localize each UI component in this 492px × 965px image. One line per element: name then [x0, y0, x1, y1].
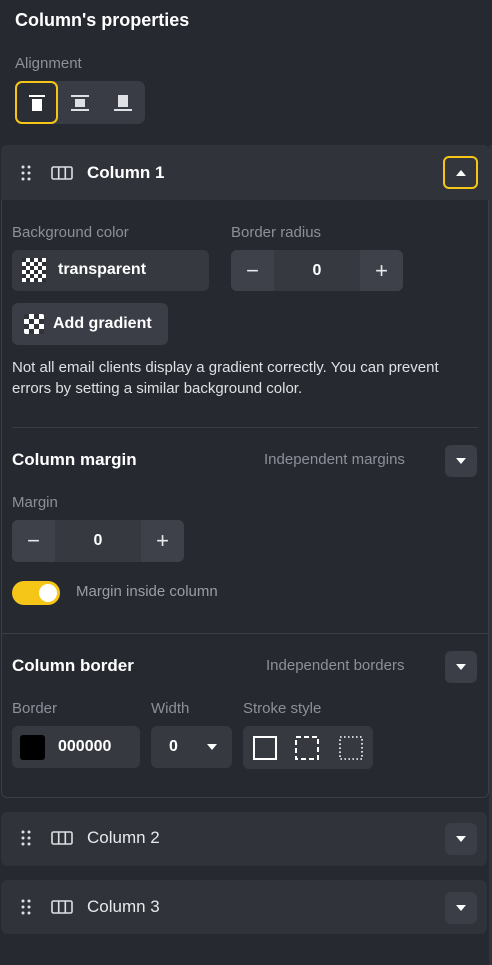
dashed-stroke-icon[interactable]: [294, 735, 320, 761]
border-width-select[interactable]: 0: [151, 726, 232, 768]
alignment-label: Alignment: [15, 55, 82, 72]
drag-handle-icon[interactable]: [21, 830, 31, 846]
background-color-value: transparent: [58, 261, 147, 278]
margin-stepper: − 0 +: [12, 520, 184, 562]
border-radius-value[interactable]: 0: [274, 250, 360, 291]
chevron-down-icon: [207, 744, 217, 750]
independent-borders-label: Independent borders: [266, 657, 405, 674]
gradient-icon: [24, 314, 44, 334]
margin-decrement-button[interactable]: −: [12, 520, 55, 562]
column-3-label: Column 3: [87, 897, 160, 916]
dotted-stroke-icon[interactable]: [338, 735, 364, 761]
align-top-icon: [28, 94, 45, 111]
expand-column-3-button[interactable]: [445, 892, 477, 924]
column-3-item[interactable]: [1, 880, 487, 934]
independent-borders-dropdown[interactable]: [445, 651, 477, 683]
independent-margins-dropdown[interactable]: [445, 445, 477, 477]
width-label: Width: [151, 700, 190, 717]
chevron-down-icon: [456, 458, 466, 464]
align-middle-icon: [70, 94, 89, 111]
column-1-header[interactable]: [1, 145, 489, 200]
drag-handle-icon[interactable]: [21, 899, 31, 915]
border-radius-increment-button[interactable]: +: [360, 250, 403, 291]
independent-margins-label: Independent margins: [264, 451, 405, 468]
border-radius-decrement-button[interactable]: −: [231, 250, 274, 291]
margin-label: Margin: [12, 494, 58, 511]
add-gradient-label: Add gradient: [53, 315, 152, 332]
solid-stroke-icon[interactable]: [252, 735, 278, 761]
margin-value[interactable]: 0: [55, 520, 141, 562]
drag-handle-icon[interactable]: [21, 165, 31, 181]
stroke-style-label: Stroke style: [243, 700, 322, 717]
columns-icon: [51, 166, 73, 180]
toggle-knob: [39, 584, 57, 602]
column-2-label: Column 2: [87, 828, 160, 847]
border-color-value: 000000: [58, 738, 112, 755]
stroke-style-group: [243, 726, 373, 769]
align-bottom-icon: [113, 94, 132, 111]
margin-increment-button[interactable]: +: [141, 520, 184, 562]
checkerboard-icon: [22, 258, 46, 282]
panel-title: Column's properties: [15, 10, 190, 30]
columns-icon: [51, 900, 73, 914]
border-label: Border: [12, 700, 58, 717]
chevron-down-icon: [456, 905, 466, 911]
column-2-item[interactable]: [1, 812, 487, 866]
column-border-title: Column border: [12, 656, 134, 675]
column-margin-title: Column margin: [12, 450, 137, 469]
margin-inside-toggle[interactable]: [12, 581, 60, 605]
border-radius-label: Border radius: [231, 224, 322, 241]
columns-icon: [51, 831, 73, 845]
chevron-down-icon: [456, 836, 466, 842]
border-color-swatch[interactable]: [20, 735, 45, 760]
divider: [1, 633, 489, 634]
border-radius-stepper: − 0 +: [231, 250, 403, 291]
column-1-label: Column 1: [87, 163, 165, 182]
add-gradient-button[interactable]: Add gradient: [12, 303, 168, 345]
background-color-field[interactable]: transparent: [12, 250, 209, 291]
background-color-label: Background color: [12, 224, 129, 241]
divider: [12, 427, 478, 428]
chevron-up-icon: [455, 169, 466, 176]
align-bottom-button[interactable]: [101, 81, 144, 124]
align-middle-button[interactable]: [58, 81, 101, 124]
margin-inside-label: Margin inside column: [76, 583, 218, 600]
border-color-field[interactable]: 000000: [12, 726, 140, 768]
expand-column-2-button[interactable]: [445, 823, 477, 855]
collapse-column-1-button[interactable]: [443, 156, 478, 189]
align-top-button[interactable]: [15, 81, 58, 124]
chevron-down-icon: [456, 664, 466, 670]
border-width-value: 0: [169, 738, 178, 755]
alignment-group: [15, 81, 145, 124]
gradient-note: Not all email clients display a gradient…: [12, 359, 439, 397]
